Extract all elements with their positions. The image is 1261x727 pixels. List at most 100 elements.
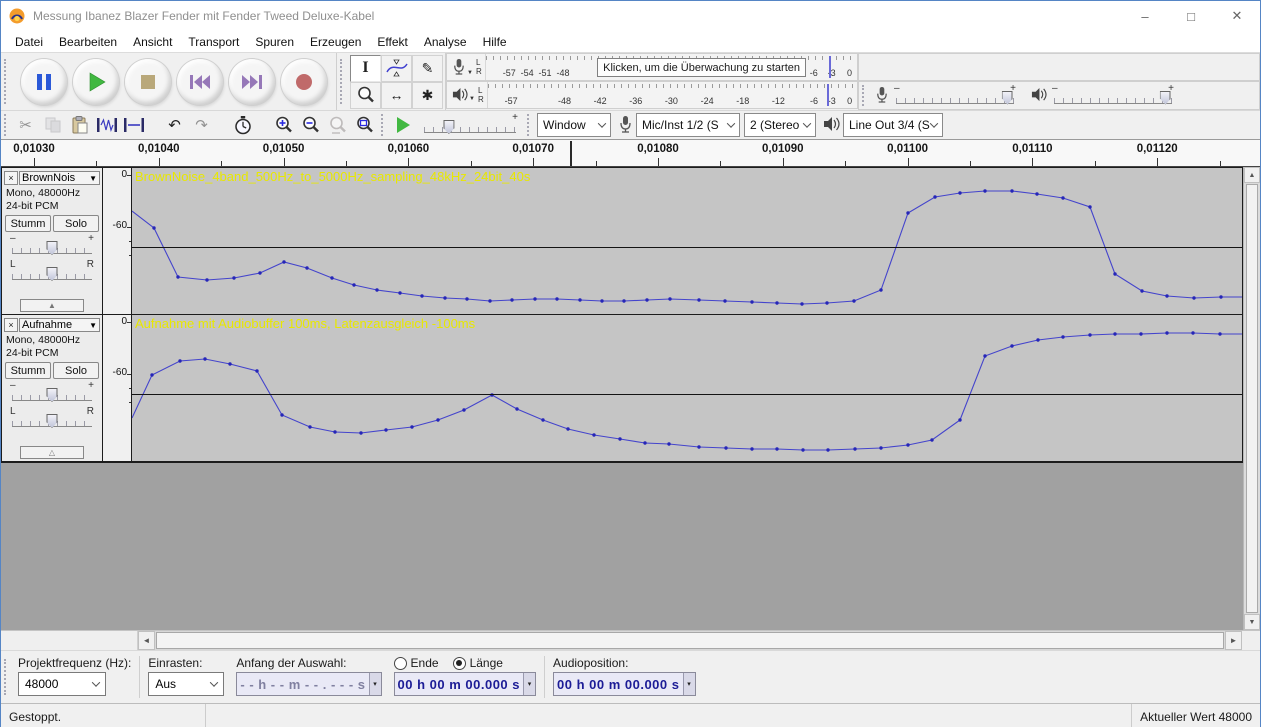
vertical-db-ruler[interactable]: 0-60: [102, 168, 132, 314]
audio-host-dropdown[interactable]: Window: [537, 113, 611, 137]
microphone-icon[interactable]: ▼: [447, 57, 474, 78]
collapse-button[interactable]: △: [20, 446, 84, 459]
menu-bearbeiten[interactable]: Bearbeiten: [51, 32, 125, 52]
track-close-button[interactable]: ×: [4, 318, 18, 332]
recording-volume-slider[interactable]: –+: [894, 85, 1016, 107]
play-button[interactable]: [73, 59, 119, 105]
radio-end[interactable]: Ende: [394, 656, 439, 670]
timer-record-button[interactable]: [229, 112, 256, 138]
vertical-db-ruler[interactable]: 0-60: [102, 315, 132, 461]
recording-channels-dropdown[interactable]: 2 (Stereo: [744, 113, 816, 137]
skip-to-end-button[interactable]: [229, 59, 275, 105]
waveform-display[interactable]: BrownNoise_4band_500Hz_to_5000Hz_samplin…: [132, 168, 1242, 314]
toolbar-grip[interactable]: [4, 59, 9, 105]
toolbar-grip[interactable]: [340, 59, 345, 105]
ruler-tick: [129, 255, 131, 256]
track-name-dropdown[interactable]: BrownNois▼: [19, 171, 100, 185]
track-gain-slider[interactable]: –+: [10, 382, 94, 406]
pause-button[interactable]: [21, 59, 67, 105]
toolbar-grip[interactable]: [862, 85, 867, 107]
zoom-out-button[interactable]: [297, 112, 324, 138]
solo-button[interactable]: Solo: [53, 362, 99, 379]
play-speed-slider[interactable]: +: [422, 114, 518, 136]
play-at-speed-button[interactable]: [389, 112, 416, 138]
undo-button[interactable]: ↶: [161, 112, 188, 138]
draw-tool[interactable]: ✎: [412, 55, 443, 82]
playback-device-dropdown[interactable]: Line Out 3/4 (S: [843, 113, 943, 137]
selection-length-field[interactable]: 00 h 00 m 00.000 s ▾: [394, 672, 536, 696]
multi-tool[interactable]: ✱: [412, 82, 443, 109]
trim-audio-button[interactable]: [93, 112, 120, 138]
toolbar-grip[interactable]: [381, 114, 386, 136]
menu-spuren[interactable]: Spuren: [247, 32, 302, 52]
paste-button[interactable]: [66, 112, 93, 138]
timeline-ruler[interactable]: 0,010300,010400,010500,010600,010700,010…: [1, 140, 1260, 167]
envelope-tool[interactable]: [381, 55, 412, 82]
zoom-fit-project-button[interactable]: [351, 112, 378, 138]
menu-effekt[interactable]: Effekt: [369, 32, 415, 52]
vertical-scroll-thumb[interactable]: [1246, 184, 1258, 613]
meter-scale[interactable]: -57-54-51-48-12-9-6-30Klicken, um die Üb…: [485, 54, 857, 80]
track-gain-slider[interactable]: –+: [10, 235, 94, 259]
playback-meter[interactable]: ▼LR-57-48-42-36-30-24-18-12-6-30: [446, 81, 858, 109]
maximize-button[interactable]: □: [1168, 1, 1214, 31]
menu-datei[interactable]: Datei: [7, 32, 51, 52]
horizontal-scroll-thumb[interactable]: [156, 632, 1224, 649]
timeshift-tool[interactable]: ↔: [381, 82, 412, 109]
redo-button[interactable]: ↷: [188, 112, 215, 138]
empty-toolbar-slot: [858, 53, 1260, 81]
minimize-button[interactable]: –: [1122, 1, 1168, 31]
track-pan-slider[interactable]: LR: [10, 261, 94, 285]
chevron-down-icon[interactable]: ▾: [683, 673, 695, 695]
meter-scale[interactable]: -57-48-42-36-30-24-18-12-6-30: [487, 82, 857, 108]
skip-to-start-button[interactable]: [177, 59, 223, 105]
stop-button[interactable]: [125, 59, 171, 105]
mute-button[interactable]: Stumm: [5, 215, 51, 232]
cut-button[interactable]: ✂: [12, 112, 39, 138]
toolbar-grip[interactable]: [4, 659, 9, 696]
audio-position-field[interactable]: 00 h 00 m 00.000 s ▾: [553, 672, 695, 696]
snap-dropdown[interactable]: Aus: [148, 672, 224, 696]
horizontal-scroll-track[interactable]: [155, 631, 1225, 650]
menu-hilfe[interactable]: Hilfe: [475, 32, 515, 52]
recording-meter[interactable]: ▼LR-57-54-51-48-12-9-6-30Klicken, um die…: [446, 53, 858, 81]
close-button[interactable]: ✕: [1214, 1, 1260, 31]
track-close-button[interactable]: ×: [4, 171, 18, 185]
vertical-scrollbar[interactable]: ▲ ▼: [1243, 167, 1260, 630]
zoom-in-button[interactable]: [270, 112, 297, 138]
track-pan-slider[interactable]: LR: [10, 408, 94, 432]
zero-db-line: [132, 394, 1242, 395]
zoom-to-selection-button[interactable]: [324, 112, 351, 138]
waveform-display[interactable]: Aufnahme mit Audiobuffer 100ms, Latenzau…: [132, 315, 1242, 461]
track-name-dropdown[interactable]: Aufnahme▼: [19, 318, 100, 332]
menu-ansicht[interactable]: Ansicht: [125, 32, 180, 52]
record-button[interactable]: [281, 59, 327, 105]
scroll-left-icon[interactable]: ◄: [138, 631, 155, 650]
radio-length[interactable]: Länge: [453, 656, 503, 670]
chevron-down-icon[interactable]: ▾: [369, 673, 381, 695]
speaker-icon[interactable]: ▼: [447, 87, 476, 104]
zoom-tool[interactable]: [350, 82, 381, 109]
scroll-right-icon[interactable]: ►: [1225, 631, 1242, 650]
toolbar-grip[interactable]: [4, 114, 9, 136]
selection-tool[interactable]: I: [350, 55, 381, 82]
collapse-button[interactable]: ▲: [20, 299, 84, 312]
menu-transport[interactable]: Transport: [180, 32, 247, 52]
copy-button[interactable]: [39, 112, 66, 138]
scroll-down-icon[interactable]: ▼: [1244, 614, 1260, 630]
playback-volume-slider[interactable]: –+: [1052, 85, 1174, 107]
meter-monitor-tooltip[interactable]: Klicken, um die Überwachung zu starten: [597, 58, 806, 77]
chevron-down-icon[interactable]: ▾: [523, 673, 535, 695]
toolbar-grip[interactable]: [527, 114, 532, 136]
selection-start-field[interactable]: - - h - - m - - . - - - s ▾: [236, 672, 381, 696]
scroll-up-icon[interactable]: ▲: [1244, 167, 1260, 183]
solo-button[interactable]: Solo: [53, 215, 99, 232]
menu-erzeugen[interactable]: Erzeugen: [302, 32, 369, 52]
recording-device-dropdown[interactable]: Mic/Inst 1/2 (S: [636, 113, 740, 137]
silence-audio-button[interactable]: [120, 112, 147, 138]
horizontal-scrollbar[interactable]: ◄ ►: [1, 630, 1260, 650]
mute-button[interactable]: Stumm: [5, 362, 51, 379]
project-rate-dropdown[interactable]: 48000: [18, 672, 106, 696]
track-title-row: ×Aufnahme▼: [4, 317, 100, 333]
menu-analyse[interactable]: Analyse: [416, 32, 475, 52]
